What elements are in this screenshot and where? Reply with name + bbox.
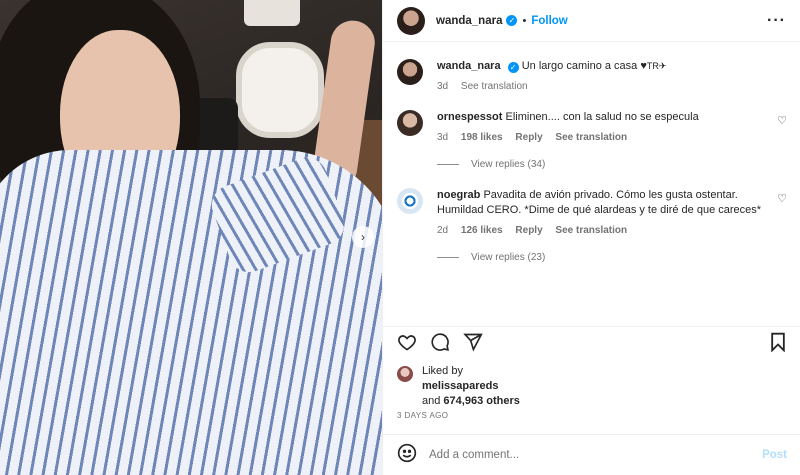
comment-item: noegrab Pavadita de avión privado. Cómo …: [397, 188, 787, 236]
caption-meta: 3d See translation: [437, 81, 767, 92]
more-options-icon[interactable]: ···: [767, 12, 786, 30]
liker-avatar[interactable]: [397, 366, 413, 382]
post-side-panel: wanda_nara ✓ • Follow ··· wanda_nara ✓ U…: [382, 0, 800, 475]
instagram-post-view: › wanda_nara ✓ • Follow ··· wanda_nara ✓…: [0, 0, 800, 475]
see-translation-link[interactable]: See translation: [461, 81, 528, 92]
caption-avatar[interactable]: [397, 59, 423, 85]
post-comment-button[interactable]: Post: [762, 449, 787, 461]
liked-by-text: Liked by melissapareds and 674,963 other…: [422, 364, 520, 409]
comments-list[interactable]: wanda_nara ✓ Un largo camino a casa ♥TR✈…: [383, 43, 800, 313]
verified-icon: ✓: [507, 62, 519, 73]
comment-meta: 2d 126 likes Reply See translation: [437, 225, 767, 236]
caption-body: wanda_nara ✓ Un largo camino a casa ♥TR✈…: [437, 59, 787, 92]
comment-time[interactable]: 2d: [437, 225, 448, 236]
replies-line: [437, 164, 459, 165]
comment-time[interactable]: 3d: [437, 132, 448, 143]
comment-text: Pavadita de avión privado. Cómo les gust…: [437, 189, 762, 216]
carousel-next-button[interactable]: ›: [352, 226, 374, 248]
add-comment-input[interactable]: [429, 449, 763, 461]
reply-button[interactable]: Reply: [515, 132, 542, 143]
comment-likes[interactable]: 198 likes: [461, 132, 503, 143]
comment-username[interactable]: noegrab: [437, 189, 480, 201]
comment-body: ornespessot Eliminen.... con la salud no…: [437, 110, 787, 143]
author-username[interactable]: wanda_nara: [436, 15, 502, 27]
comment-username[interactable]: ornespessot: [437, 111, 502, 123]
comment-meta: 3d 198 likes Reply See translation: [437, 132, 767, 143]
chevron-right-icon: ›: [361, 230, 365, 244]
bookmark-icon[interactable]: [769, 332, 787, 357]
comment-like-heart-icon[interactable]: ♡: [777, 114, 787, 127]
liker-username[interactable]: melissapareds: [422, 380, 498, 392]
post-actions-bar: [383, 326, 800, 356]
view-replies-label: View replies (34): [471, 159, 546, 170]
comment-avatar[interactable]: [397, 110, 423, 136]
caption-text-line: wanda_nara ✓ Un largo camino a casa ♥TR✈: [437, 59, 767, 74]
comment-likes[interactable]: 126 likes: [461, 225, 503, 236]
likes-others-count[interactable]: 674,963 others: [443, 395, 519, 407]
liked-by-label: Liked by: [422, 365, 463, 377]
see-translation-link[interactable]: See translation: [555, 132, 627, 143]
comment-text-line: noegrab Pavadita de avión privado. Cómo …: [437, 188, 767, 218]
separator-dot: •: [522, 14, 527, 27]
caption-emoji: TR✈: [646, 61, 667, 71]
comment-avatar[interactable]: [397, 188, 423, 214]
post-header: wanda_nara ✓ • Follow ···: [383, 0, 800, 42]
comment-text-line: ornespessot Eliminen.... con la salud no…: [437, 110, 767, 125]
heart-icon[interactable]: [397, 332, 417, 357]
verified-icon: ✓: [506, 15, 518, 26]
comment-item: ornespessot Eliminen.... con la salud no…: [397, 110, 787, 143]
share-icon[interactable]: [463, 332, 483, 357]
emoji-icon[interactable]: [397, 443, 417, 468]
airplane-window: [236, 42, 324, 138]
caption-username[interactable]: wanda_nara: [437, 60, 501, 72]
view-replies-label: View replies (23): [471, 252, 546, 263]
reply-button[interactable]: Reply: [515, 225, 542, 236]
see-translation-link[interactable]: See translation: [555, 225, 627, 236]
comment-like-heart-icon[interactable]: ♡: [777, 192, 787, 205]
post-photo[interactable]: ›: [0, 0, 382, 475]
view-replies-button[interactable]: View replies (23): [437, 252, 787, 263]
view-replies-button[interactable]: View replies (34): [437, 159, 787, 170]
caption-text: Un largo camino a casa ♥: [521, 60, 647, 72]
author-avatar[interactable]: [397, 6, 425, 35]
liked-by: Liked by melissapareds and 674,963 other…: [397, 364, 520, 409]
replies-line: [437, 257, 459, 258]
caption: wanda_nara ✓ Un largo camino a casa ♥TR✈…: [397, 59, 787, 92]
comment-text: Eliminen.... con la salud no se especula: [505, 111, 699, 123]
comment-icon[interactable]: [430, 332, 450, 357]
follow-button[interactable]: Follow: [531, 15, 567, 27]
comment-body: noegrab Pavadita de avión privado. Cómo …: [437, 188, 787, 236]
cabin-panel: [244, 0, 300, 26]
liked-and: and: [422, 395, 441, 407]
caption-time[interactable]: 3d: [437, 81, 448, 92]
post-date[interactable]: 3 DAYS AGO: [397, 411, 448, 420]
add-comment-bar: Post: [383, 434, 800, 475]
